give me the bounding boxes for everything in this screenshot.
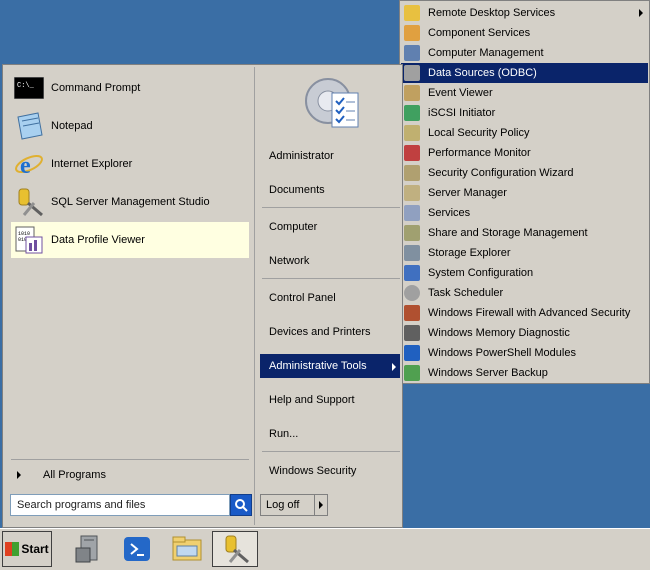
program-sql-server-management-studio[interactable]: SQL Server Management Studio bbox=[11, 184, 249, 220]
menu-item-data-sources-odbc[interactable]: Data Sources (ODBC) bbox=[401, 63, 648, 83]
menu-item-computer-management[interactable]: Computer Management bbox=[401, 43, 648, 63]
places-pane: Administrator Documents Computer Network… bbox=[256, 67, 402, 525]
program-notepad[interactable]: Notepad bbox=[11, 108, 249, 144]
menu-item-security-configuration-wizard[interactable]: Security Configuration Wizard bbox=[401, 163, 648, 183]
taskbar-server-manager[interactable] bbox=[66, 531, 112, 567]
menu-item-server-manager[interactable]: Server Manager bbox=[401, 183, 648, 203]
folder-icon bbox=[404, 5, 420, 21]
separator bbox=[262, 278, 400, 279]
user-tile-icon bbox=[305, 78, 359, 128]
menu-item-event-viewer[interactable]: Event Viewer bbox=[401, 83, 648, 103]
taskbar: Start bbox=[0, 528, 650, 570]
place-computer[interactable]: Computer bbox=[260, 215, 400, 239]
menu-item-performance-monitor[interactable]: Performance Monitor bbox=[401, 143, 648, 163]
notepad-icon bbox=[13, 110, 45, 142]
sql-server-icon bbox=[13, 186, 45, 218]
share-storage-icon bbox=[404, 225, 420, 241]
program-command-prompt[interactable]: C:\_ Command Prompt bbox=[11, 70, 249, 106]
windows-logo-icon bbox=[5, 542, 20, 556]
log-off-button[interactable]: Log off bbox=[260, 494, 328, 516]
iscsi-icon bbox=[404, 105, 420, 121]
menu-item-component-services[interactable]: Component Services bbox=[401, 23, 648, 43]
internet-explorer-icon: e bbox=[13, 148, 45, 180]
command-prompt-icon: C:\_ bbox=[13, 72, 45, 104]
search-button[interactable] bbox=[230, 494, 252, 516]
backup-icon bbox=[404, 365, 420, 381]
program-data-profile-viewer[interactable]: 1010 0101 Data Profile Viewer bbox=[11, 222, 249, 258]
search-input[interactable]: Search programs and files bbox=[10, 494, 230, 516]
menu-item-services[interactable]: Services bbox=[401, 203, 648, 223]
clock-icon bbox=[404, 285, 420, 301]
separator bbox=[262, 207, 400, 208]
event-viewer-icon bbox=[404, 85, 420, 101]
security-wizard-icon bbox=[404, 165, 420, 181]
computer-management-icon bbox=[404, 45, 420, 61]
menu-item-windows-powershell-modules[interactable]: Windows PowerShell Modules bbox=[401, 343, 648, 363]
powershell-icon bbox=[404, 345, 420, 361]
menu-item-windows-firewall[interactable]: Windows Firewall with Advanced Security bbox=[401, 303, 648, 323]
submenu-arrow-icon bbox=[639, 9, 643, 17]
menu-item-windows-server-backup[interactable]: Windows Server Backup bbox=[401, 363, 648, 383]
all-programs-button[interactable]: All Programs bbox=[11, 465, 249, 485]
admin-tools-submenu: Remote Desktop Services Component Servic… bbox=[399, 0, 650, 384]
component-services-icon bbox=[404, 25, 420, 41]
shutdown-options-arrow-icon[interactable] bbox=[319, 501, 323, 509]
svg-text:e: e bbox=[20, 153, 31, 179]
start-button[interactable]: Start bbox=[2, 531, 52, 567]
explorer-folder-icon bbox=[172, 536, 202, 561]
server-manager-icon bbox=[404, 185, 420, 201]
programs-pane: C:\_ Command Prompt Notepad e Internet E… bbox=[5, 67, 255, 525]
taskbar-sql-server-management-studio[interactable] bbox=[212, 531, 258, 567]
place-windows-security[interactable]: Windows Security bbox=[260, 459, 400, 483]
storage-explorer-icon bbox=[404, 245, 420, 261]
taskbar-powershell[interactable] bbox=[114, 531, 160, 567]
sql-server-icon bbox=[225, 535, 249, 564]
start-menu: C:\_ Command Prompt Notepad e Internet E… bbox=[2, 64, 403, 528]
user-picture bbox=[298, 71, 362, 135]
menu-item-share-storage-management[interactable]: Share and Storage Management bbox=[401, 223, 648, 243]
data-profile-viewer-icon: 1010 0101 bbox=[13, 224, 45, 256]
submenu-arrow-icon bbox=[392, 363, 396, 371]
services-gear-icon bbox=[404, 205, 420, 221]
menu-item-remote-desktop-services[interactable]: Remote Desktop Services bbox=[401, 3, 648, 23]
search-icon bbox=[235, 499, 248, 512]
separator bbox=[262, 451, 400, 452]
place-documents[interactable]: Documents bbox=[260, 178, 400, 202]
menu-item-storage-explorer[interactable]: Storage Explorer bbox=[401, 243, 648, 263]
place-network[interactable]: Network bbox=[260, 249, 400, 273]
separator bbox=[11, 459, 249, 460]
place-administrator[interactable]: Administrator bbox=[260, 144, 400, 168]
triangle-right-icon bbox=[17, 471, 21, 479]
svg-text:C:\_: C:\_ bbox=[17, 82, 35, 90]
server-manager-icon bbox=[75, 535, 98, 563]
menu-item-task-scheduler[interactable]: Task Scheduler bbox=[401, 283, 648, 303]
place-help-and-support[interactable]: Help and Support bbox=[260, 388, 400, 412]
firewall-icon bbox=[404, 305, 420, 321]
security-policy-icon bbox=[404, 125, 420, 141]
place-devices-and-printers[interactable]: Devices and Printers bbox=[260, 320, 400, 344]
place-run[interactable]: Run... bbox=[260, 422, 400, 446]
system-configuration-icon bbox=[404, 265, 420, 281]
menu-item-local-security-policy[interactable]: Local Security Policy bbox=[401, 123, 648, 143]
menu-item-iscsi-initiator[interactable]: iSCSI Initiator bbox=[401, 103, 648, 123]
memory-chip-icon bbox=[404, 325, 420, 341]
taskbar-windows-explorer[interactable] bbox=[164, 531, 210, 567]
powershell-icon bbox=[124, 537, 150, 561]
data-sources-icon bbox=[404, 65, 420, 81]
menu-item-system-configuration[interactable]: System Configuration bbox=[401, 263, 648, 283]
menu-item-windows-memory-diagnostic[interactable]: Windows Memory Diagnostic bbox=[401, 323, 648, 343]
performance-monitor-icon bbox=[404, 145, 420, 161]
place-control-panel[interactable]: Control Panel bbox=[260, 286, 400, 310]
program-internet-explorer[interactable]: e Internet Explorer bbox=[11, 146, 249, 182]
place-administrative-tools[interactable]: Administrative Tools bbox=[260, 354, 400, 378]
